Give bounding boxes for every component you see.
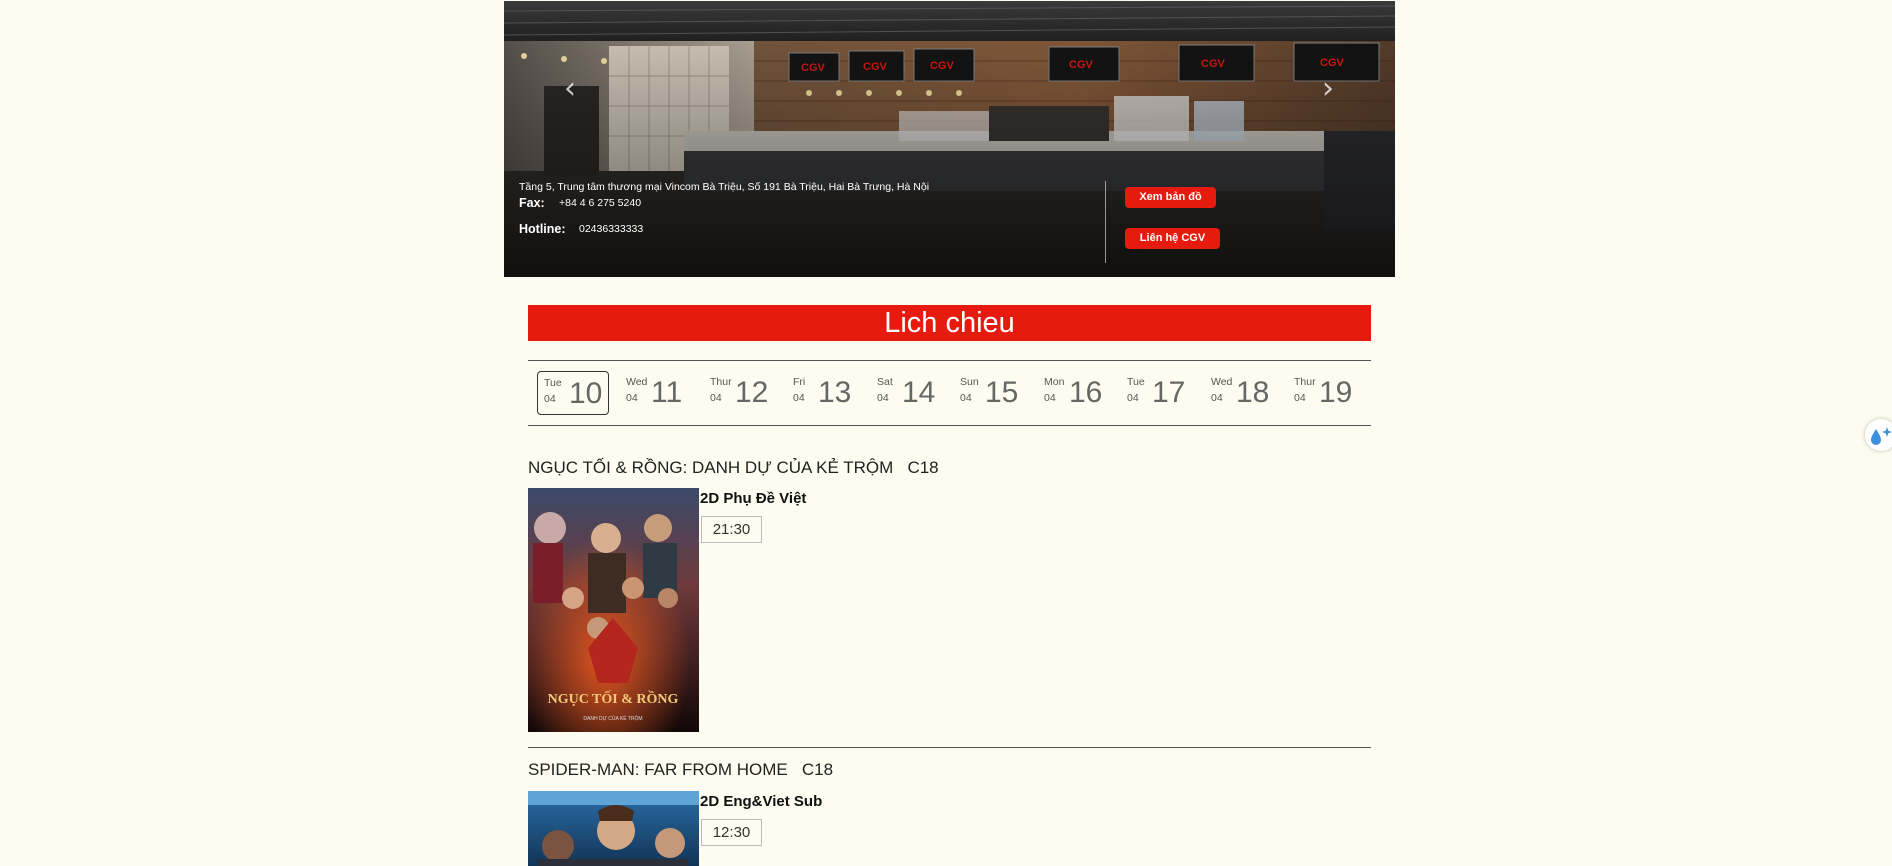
movie-name: SPIDER-MAN: FAR FROM HOME bbox=[528, 760, 788, 779]
cinema-address: Tầng 5, Trung tâm thương mại Vincom Bà T… bbox=[519, 181, 930, 193]
date-weekday: Sun bbox=[960, 376, 979, 388]
poster-image bbox=[528, 791, 699, 866]
cinema-banner: CGVCGVCGV CGVCGVCGV ‹ › Tầng 5, Trung tâ… bbox=[504, 1, 1395, 277]
date-month: 04 bbox=[1211, 392, 1223, 404]
chevron-left-icon: ‹ bbox=[564, 71, 576, 106]
date-day: 14 bbox=[902, 376, 936, 409]
date-day: 12 bbox=[735, 376, 769, 409]
date-weekday: Thur bbox=[1294, 376, 1316, 388]
fax-label: Fax: bbox=[519, 196, 545, 210]
movie-title: SPIDER-MAN: FAR FROM HOME C18 bbox=[528, 760, 833, 780]
poster-title-text: NGỤC TỐI & RỒNG bbox=[548, 689, 679, 707]
date-item[interactable]: Mon 04 16 bbox=[1038, 371, 1110, 415]
date-weekday: Wed bbox=[1211, 376, 1233, 388]
svg-text:DANH DỰ CỦA KẺ TRỘM: DANH DỰ CỦA KẺ TRỘM bbox=[583, 715, 642, 722]
date-day: 15 bbox=[985, 376, 1019, 409]
date-item[interactable]: Sun 04 15 bbox=[954, 371, 1026, 415]
date-month: 04 bbox=[1294, 392, 1306, 404]
date-day: 10 bbox=[569, 377, 603, 410]
date-weekday: Sat bbox=[877, 376, 893, 388]
date-month: 04 bbox=[710, 392, 722, 404]
poster-image: NGỤC TỐI & RỒNG DANH DỰ CỦA KẺ TRỘM bbox=[528, 488, 699, 732]
fax-value: +84 4 6 275 5240 bbox=[559, 197, 642, 209]
date-weekday: Tue bbox=[1127, 376, 1145, 388]
date-item[interactable]: Tue 04 17 bbox=[1121, 371, 1193, 415]
cinema-lobby-image: CGVCGVCGV CGVCGVCGV bbox=[504, 1, 1395, 277]
info-divider bbox=[1105, 181, 1106, 263]
date-item[interactable]: Fri 04 13 bbox=[787, 371, 859, 415]
schedule-title: Lich chieu bbox=[528, 305, 1371, 341]
floating-assistant-button[interactable] bbox=[1865, 419, 1892, 451]
movie-poster[interactable]: NGỤC TỐI & RỒNG DANH DỰ CỦA KẺ TRỘM bbox=[528, 488, 699, 732]
date-day: 17 bbox=[1152, 376, 1186, 409]
date-month: 04 bbox=[1127, 392, 1139, 404]
date-month: 04 bbox=[544, 393, 556, 405]
date-item[interactable]: Thur 04 19 bbox=[1288, 371, 1360, 415]
date-weekday: Thur bbox=[710, 376, 732, 388]
showtime-button[interactable]: 21:30 bbox=[701, 516, 762, 543]
carousel-prev-button[interactable]: ‹ bbox=[555, 71, 585, 107]
movie-name: NGỤC TỐI & RỒNG: DANH DỰ CỦA KẺ TRỘM bbox=[528, 458, 894, 477]
view-map-button[interactable]: Xem bản đồ bbox=[1125, 187, 1216, 208]
movie-divider bbox=[528, 747, 1371, 748]
sparkle-drop-icon bbox=[1871, 427, 1892, 445]
date-item[interactable]: Thur 04 12 bbox=[704, 371, 776, 415]
hotline-value: 02436333333 bbox=[579, 223, 644, 235]
date-month: 04 bbox=[877, 392, 889, 404]
date-weekday: Mon bbox=[1044, 376, 1065, 388]
date-day: 19 bbox=[1319, 376, 1353, 409]
movie-format: 2D Eng&Viet Sub bbox=[700, 793, 823, 810]
contact-cgv-button[interactable]: Liên hệ CGV bbox=[1125, 228, 1220, 249]
date-day: 13 bbox=[818, 376, 852, 409]
date-item[interactable]: Sat 04 14 bbox=[871, 371, 943, 415]
date-item[interactable]: Wed 04 11 bbox=[620, 371, 692, 415]
date-weekday: Wed bbox=[626, 376, 648, 388]
chevron-right-icon: › bbox=[1322, 71, 1334, 106]
date-item[interactable]: Wed 04 18 bbox=[1205, 371, 1277, 415]
date-month: 04 bbox=[626, 392, 638, 404]
hotline-label: Hotline: bbox=[519, 222, 566, 236]
date-month: 04 bbox=[793, 392, 805, 404]
showtime-button[interactable]: 12:30 bbox=[701, 819, 762, 846]
date-day: 11 bbox=[651, 376, 683, 409]
date-day: 16 bbox=[1069, 376, 1103, 409]
date-day: 18 bbox=[1236, 376, 1270, 409]
date-weekday: Tue bbox=[544, 377, 562, 389]
age-rating: C18 bbox=[801, 760, 834, 779]
movie-format: 2D Phụ Đề Việt bbox=[700, 490, 807, 507]
date-item[interactable]: Tue 04 10 bbox=[537, 371, 609, 415]
carousel-next-button[interactable]: › bbox=[1313, 71, 1343, 107]
date-weekday: Fri bbox=[793, 376, 806, 388]
movie-poster[interactable] bbox=[528, 791, 699, 866]
age-rating: C18 bbox=[907, 458, 939, 477]
date-month: 04 bbox=[1044, 392, 1056, 404]
date-month: 04 bbox=[960, 392, 972, 404]
date-selector: Tue 04 10 Wed 04 11 Thur 04 12 Fri 04 13… bbox=[528, 360, 1371, 426]
movie-title: NGỤC TỐI & RỒNG: DANH DỰ CỦA KẺ TRỘM C18 bbox=[528, 458, 939, 478]
